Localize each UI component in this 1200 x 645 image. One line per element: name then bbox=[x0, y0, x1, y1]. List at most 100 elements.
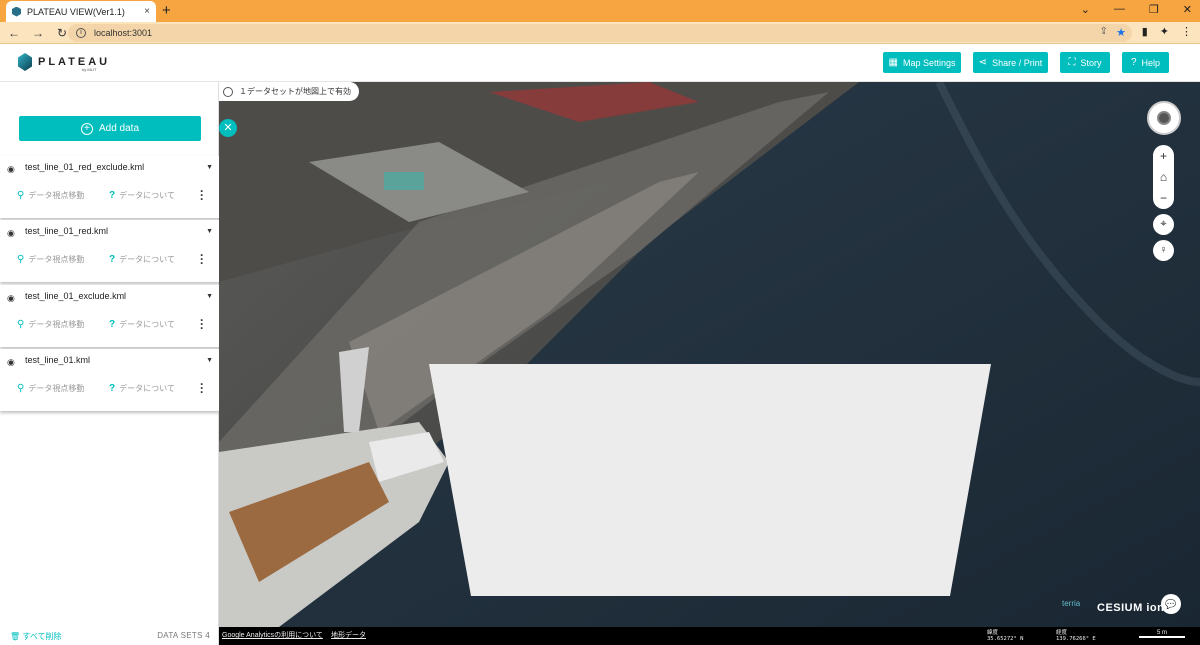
share-page-icon[interactable]: ⇪ bbox=[1100, 26, 1108, 37]
chevron-down-icon[interactable]: ▼ bbox=[206, 164, 213, 171]
plus-circle-icon: + bbox=[80, 122, 93, 135]
about-data-label: データについて bbox=[119, 320, 175, 329]
dataset-name[interactable]: test_line_01_exclude.kml bbox=[25, 291, 126, 301]
plateau-logo[interactable]: PLATEAU by MLIT bbox=[18, 53, 111, 72]
goto-data-label: データ視点移動 bbox=[28, 191, 85, 200]
map-settings-button[interactable]: ▦ Map Settings bbox=[883, 52, 961, 73]
compass-control[interactable] bbox=[1147, 101, 1181, 135]
browser-menu-icon[interactable]: ⋮ bbox=[1181, 25, 1192, 38]
close-window-button[interactable]: ✕ bbox=[1183, 3, 1192, 16]
dataset-item: ◉ test_line_01_exclude.kml ▼ ⚲ データ視点移動 ? デ… bbox=[0, 285, 219, 347]
visibility-eye-icon[interactable]: ◉ bbox=[7, 228, 15, 239]
add-data-button[interactable]: + Add data bbox=[19, 116, 201, 141]
more-options-icon[interactable]: · · · bbox=[200, 249, 204, 269]
my-location-button[interactable]: ⌖ bbox=[1153, 214, 1174, 235]
about-data-button[interactable]: ? データについて bbox=[109, 190, 175, 201]
close-panel-button[interactable]: ✕ bbox=[219, 119, 237, 137]
goto-data-label: データ視点移動 bbox=[28, 255, 85, 264]
help-label: Help bbox=[1141, 57, 1161, 68]
minimize-button[interactable]: — bbox=[1114, 3, 1125, 16]
chevron-down-icon[interactable]: ▼ bbox=[206, 228, 213, 235]
visibility-eye-icon[interactable]: ◉ bbox=[7, 293, 15, 304]
location-pin-icon: ⚲ bbox=[17, 254, 25, 265]
about-data-button[interactable]: ? データについて bbox=[109, 319, 175, 330]
dataset-item: ◉ test_line_01_red.kml ▼ ⚲ データ視点移動 ? データにつ… bbox=[0, 220, 219, 282]
about-data-label: データについて bbox=[119, 191, 175, 200]
cesium-logo[interactable]: CESIUM ion bbox=[1097, 602, 1164, 614]
visibility-eye-icon[interactable]: ◉ bbox=[7, 164, 15, 175]
location-pin-icon: ⚲ bbox=[17, 319, 25, 330]
logo-text: PLATEAU bbox=[38, 56, 111, 68]
compass-icon bbox=[1157, 111, 1171, 125]
home-icon[interactable]: ⌂ bbox=[1160, 170, 1167, 184]
sidebar-footer: 🗑 すべて削除 DATA SETS 4 bbox=[0, 627, 219, 645]
zoom-control: + ⌂ − bbox=[1153, 145, 1174, 209]
aerial-map-imagery bbox=[219, 82, 1200, 627]
zoom-in-button[interactable]: + bbox=[1160, 149, 1167, 163]
side-panel-icon[interactable]: ▮ bbox=[1142, 25, 1148, 38]
map-settings-label: Map Settings bbox=[902, 57, 956, 68]
browser-tab-bar: PLATEAU VIEW(Ver1.1) × + ⌄ — ❐ ✕ bbox=[0, 0, 1200, 22]
site-info-icon[interactable]: i bbox=[76, 28, 86, 38]
latitude-readout: 緯度 35.65272° N bbox=[987, 630, 1023, 642]
dataset-count: DATA SETS 4 bbox=[157, 631, 210, 640]
visibility-eye-icon[interactable]: ◉ bbox=[7, 357, 15, 368]
goto-data-button[interactable]: ⚲ データ視点移動 bbox=[17, 254, 84, 265]
app-header: PLATEAU by MLIT ▦ Map Settings ⋖ Share /… bbox=[0, 44, 1200, 82]
dataset-name[interactable]: test_line_01_red_exclude.kml bbox=[25, 162, 144, 172]
restore-button[interactable]: ❐ bbox=[1149, 3, 1159, 16]
browser-extensions: ▮ ✦ ⋮ bbox=[1142, 25, 1192, 38]
map-viewport[interactable] bbox=[219, 82, 1200, 627]
new-tab-button[interactable]: + bbox=[162, 2, 171, 19]
story-button[interactable]: ⛶ Story bbox=[1060, 52, 1110, 73]
address-bar[interactable]: i localhost:3001 ⇪ ★ bbox=[68, 24, 1132, 42]
question-icon: ? bbox=[109, 319, 116, 330]
person-icon: ♀ bbox=[1159, 244, 1168, 256]
kml-polygon-white bbox=[429, 364, 991, 596]
latitude-value: 35.65272° N bbox=[987, 636, 1024, 642]
analytics-link[interactable]: Google Analyticsの利用について bbox=[222, 630, 323, 640]
back-icon[interactable]: ← bbox=[4, 26, 24, 40]
feedback-chat-button[interactable]: 💬 bbox=[1161, 594, 1181, 614]
question-icon: ? bbox=[109, 190, 116, 201]
workbench-sidebar: + Add data ◉ test_line_01_red_exclude.km… bbox=[0, 82, 219, 645]
goto-data-button[interactable]: ⚲ データ視点移動 bbox=[17, 383, 84, 394]
logo-subtext: by MLIT bbox=[82, 67, 97, 72]
help-button[interactable]: ? Help bbox=[1122, 52, 1169, 73]
story-label: Story bbox=[1080, 57, 1102, 68]
bookmark-star-icon[interactable]: ★ bbox=[1116, 26, 1126, 39]
more-options-icon[interactable]: · · · bbox=[200, 314, 204, 334]
chat-icon: 💬 bbox=[1165, 599, 1177, 609]
forward-icon[interactable]: → bbox=[28, 26, 48, 40]
goto-data-button[interactable]: ⚲ データ視点移動 bbox=[17, 190, 84, 201]
share-print-label: Share / Print bbox=[992, 57, 1043, 68]
goto-data-button[interactable]: ⚲ データ視点移動 bbox=[17, 319, 84, 330]
tab-search-icon[interactable]: ⌄ bbox=[1081, 3, 1090, 16]
zoom-out-button[interactable]: − bbox=[1160, 191, 1167, 205]
pedestrian-mode-button[interactable]: ♀ bbox=[1153, 240, 1174, 261]
tab-close-icon[interactable]: × bbox=[144, 6, 150, 17]
dataset-item: ◉ test_line_01.kml ▼ ⚲ データ視点移動 ? データについて ·… bbox=[0, 349, 219, 411]
longitude-readout: 経度 139.76266° E bbox=[1056, 630, 1096, 642]
story-icon: ⛶ bbox=[1068, 57, 1076, 68]
more-options-icon[interactable]: · · · bbox=[200, 378, 204, 398]
about-data-button[interactable]: ? データについて bbox=[109, 383, 175, 394]
chevron-down-icon[interactable]: ▼ bbox=[206, 357, 213, 364]
location-pin-icon: ⚲ bbox=[17, 190, 25, 201]
about-data-button[interactable]: ? データについて bbox=[109, 254, 175, 265]
window-controls: ⌄ — ❐ ✕ bbox=[1081, 3, 1192, 16]
remove-all-button[interactable]: 🗑 すべて削除 bbox=[10, 631, 62, 642]
active-datasets-pill[interactable]: １データセットが地図上で有効 bbox=[219, 82, 359, 101]
question-icon: ? bbox=[109, 383, 116, 394]
url-text: localhost:3001 bbox=[94, 28, 153, 38]
browser-tab[interactable]: PLATEAU VIEW(Ver1.1) × bbox=[6, 1, 156, 22]
share-print-button[interactable]: ⋖ Share / Print bbox=[973, 52, 1048, 73]
dataset-name[interactable]: test_line_01_red.kml bbox=[25, 226, 108, 236]
terria-logo[interactable]: terria bbox=[1062, 599, 1080, 608]
extensions-icon[interactable]: ✦ bbox=[1160, 25, 1169, 38]
scale-bar: 5 m bbox=[1139, 630, 1185, 638]
more-options-icon[interactable]: · · · bbox=[200, 185, 204, 205]
dataset-name[interactable]: test_line_01.kml bbox=[25, 355, 90, 365]
chevron-down-icon[interactable]: ▼ bbox=[206, 293, 213, 300]
terrain-data-link[interactable]: 地形データ bbox=[331, 630, 366, 640]
